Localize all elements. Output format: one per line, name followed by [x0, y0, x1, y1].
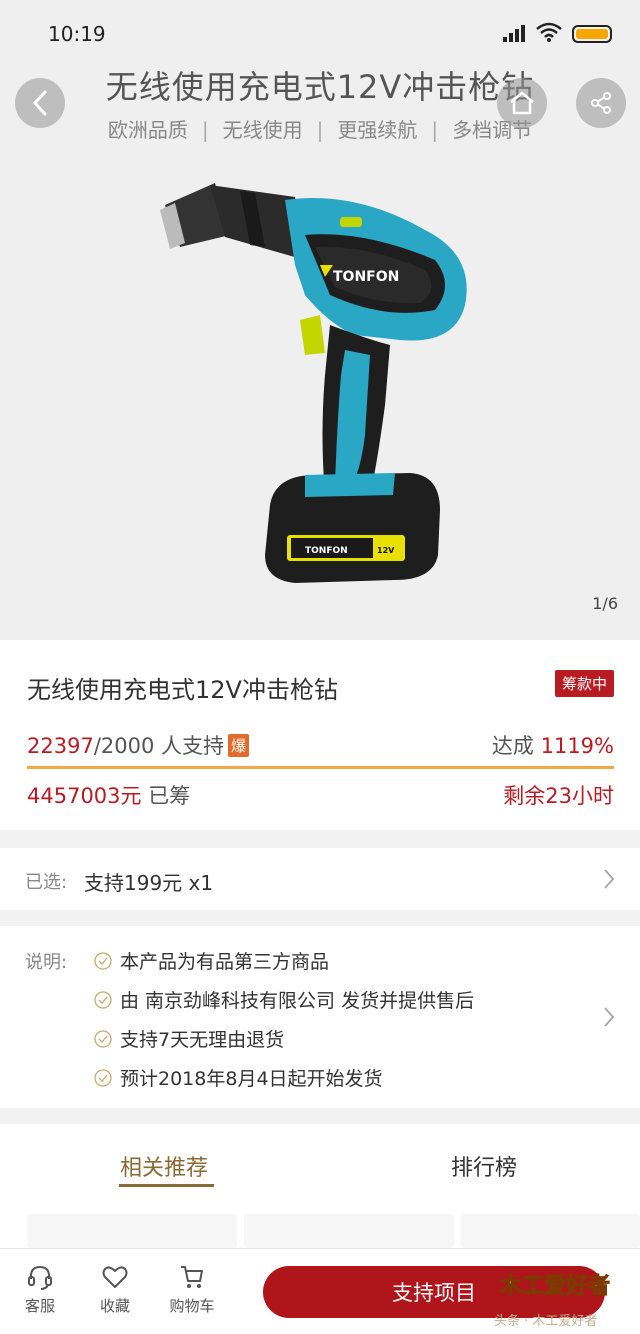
recommend-tabs: 相关推荐 排行榜: [0, 1124, 640, 1248]
note-item: 本产品为有品第三方商品: [94, 947, 329, 974]
check-circle-icon: [94, 951, 112, 970]
check-circle-icon: [94, 990, 112, 1009]
watermark-logo: 木工爱好者 头条 · 木工爱好者: [494, 1274, 611, 1330]
gallery-pager: 1/6: [592, 594, 618, 613]
feature-3: 更强续航: [337, 118, 418, 142]
recommend-card[interactable]: [244, 1214, 454, 1248]
status-bar: 10:19: [0, 0, 640, 66]
wifi-icon: [536, 22, 562, 42]
heart-icon: [102, 1266, 128, 1288]
product-title: 无线使用充电式12V冲击枪钻: [27, 676, 338, 704]
note-item: 由 南京劲峰科技有限公司 发货并提供售后: [94, 986, 474, 1013]
recommend-card[interactable]: [461, 1214, 640, 1248]
home-button[interactable]: [497, 78, 547, 128]
signal-icon: [503, 25, 525, 42]
cart-icon: [181, 1266, 203, 1288]
tab-recommend[interactable]: 相关推荐: [120, 1150, 208, 1182]
note-item: 预计2018年8月4日起开始发货: [94, 1064, 383, 1091]
status-time: 10:19: [48, 22, 106, 46]
hero-feature-list: 欧洲品质 | 无线使用 | 更强续航 | 多档调节: [107, 118, 533, 142]
selected-label: 已选:: [25, 872, 68, 893]
feature-2: 无线使用: [222, 118, 303, 142]
drill-product-image: TONFON TONFON 12V: [160, 183, 467, 583]
chevron-right-icon: [604, 869, 615, 889]
notes-section[interactable]: 说明: 本产品为有品第三方商品 由 南京劲峰科技有限公司 发货并提供售后 支持7…: [0, 926, 640, 1108]
svg-text:TONFON: TONFON: [333, 269, 399, 285]
share-icon: [591, 92, 611, 114]
check-circle-icon: [94, 1029, 112, 1048]
feature-1: 欧洲品质: [107, 118, 188, 142]
back-button[interactable]: [15, 78, 65, 128]
hot-badge: 爆: [228, 734, 250, 757]
chevron-right-icon: [604, 1007, 615, 1027]
product-gallery[interactable]: 10:19 无线使用充电式12V冲击枪钻 欧洲品质 | 无线使用 | 更强续航 | 多档调节: [0, 0, 640, 640]
funding-progress-bar: [27, 766, 614, 769]
cart-button[interactable]: 购物车: [162, 1263, 222, 1316]
active-tab-indicator: [119, 1184, 214, 1187]
headset-icon: [28, 1265, 52, 1290]
chevron-left-icon: [32, 90, 47, 116]
recommend-card[interactable]: [27, 1214, 237, 1248]
status-badge: 筹款中: [554, 670, 614, 697]
note-item: 支持7天无理由退货: [94, 1025, 284, 1052]
selected-option-row[interactable]: 已选: 支持199元 x1: [0, 848, 640, 910]
achieve-rate: 达成 1119%: [491, 734, 614, 758]
supporters-count: 22397/2000 人支持爆: [27, 730, 250, 760]
check-circle-icon: [94, 1068, 112, 1087]
battery-icon: [572, 25, 612, 43]
raised-amount: 4457003元 已筹: [27, 784, 191, 808]
svg-text:12V: 12V: [377, 546, 395, 555]
time-remaining: 剩余23小时: [503, 784, 614, 808]
service-button[interactable]: 客服: [10, 1263, 70, 1316]
tab-ranking[interactable]: 排行榜: [451, 1150, 517, 1182]
svg-text:TONFON: TONFON: [305, 546, 348, 556]
favorite-button[interactable]: 收藏: [85, 1263, 145, 1316]
home-icon: [510, 91, 534, 115]
selected-value: 支持199元 x1: [84, 871, 214, 895]
product-info-card: 无线使用充电式12V冲击枪钻 筹款中 22397/2000 人支持爆 达成 11…: [0, 640, 640, 830]
share-button[interactable]: [576, 78, 626, 128]
notes-label: 说明:: [25, 952, 68, 973]
